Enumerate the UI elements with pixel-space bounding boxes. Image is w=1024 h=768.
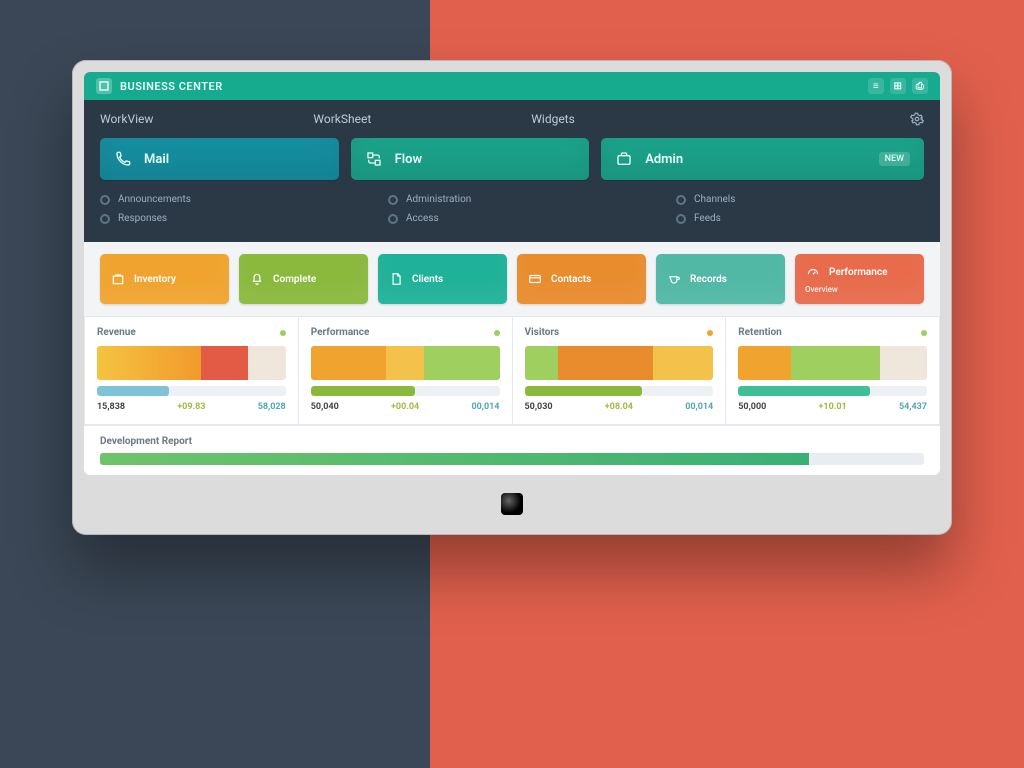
primary-button-flow-label: Flow bbox=[395, 152, 422, 167]
primary-button-admin[interactable]: Admin NEW bbox=[601, 138, 924, 180]
radio-icon bbox=[388, 214, 398, 224]
document-icon bbox=[388, 271, 404, 287]
option-label: Administration bbox=[406, 194, 471, 205]
option-responses[interactable]: Responses bbox=[100, 213, 348, 224]
cup-icon bbox=[666, 271, 682, 287]
footer-report: Development Report bbox=[84, 425, 940, 475]
topbar-menu-icon[interactable]: ≡ bbox=[868, 78, 884, 94]
tab-worksheet[interactable]: WorkSheet bbox=[313, 112, 371, 126]
phone-icon bbox=[114, 150, 132, 168]
flow-icon bbox=[365, 150, 383, 168]
stat-value-a: 50,000 bbox=[738, 402, 766, 412]
footer-progress bbox=[100, 453, 924, 465]
stat-value-c: 00,014 bbox=[685, 402, 713, 412]
status-dot-icon bbox=[280, 330, 286, 336]
stat-title: Retention bbox=[738, 327, 781, 338]
stat-value-c: 00,014 bbox=[471, 402, 499, 412]
card-label: Inventory bbox=[134, 274, 176, 285]
stat-title: Visitors bbox=[525, 327, 560, 338]
primary-button-flow[interactable]: Flow bbox=[351, 138, 590, 180]
card-label: Performance bbox=[829, 267, 887, 278]
app-logo-icon bbox=[96, 78, 112, 94]
tab-workview[interactable]: WorkView bbox=[100, 112, 153, 126]
stat-mini-bar bbox=[97, 386, 286, 396]
card-icon bbox=[527, 271, 543, 287]
radio-icon bbox=[388, 195, 398, 205]
nav-panel: WorkView WorkSheet Widgets Mail bbox=[84, 100, 940, 242]
stat-value-a: 15,838 bbox=[97, 402, 125, 412]
app-title: BUSINESS CENTER bbox=[120, 80, 223, 93]
stat-mini-bar bbox=[525, 386, 714, 396]
stat-title: Performance bbox=[311, 327, 370, 338]
card-label: Complete bbox=[273, 274, 316, 285]
radio-icon bbox=[676, 214, 686, 224]
stat-bar bbox=[311, 346, 500, 380]
option-administration[interactable]: Administration bbox=[388, 194, 636, 205]
stat-card-performance: Performance 50,040 +00.04 00,014 bbox=[299, 316, 513, 425]
topbar-grid-icon[interactable]: ⊞ bbox=[890, 78, 906, 94]
stat-value-b: +00.04 bbox=[391, 402, 419, 412]
option-label: Announcements bbox=[118, 194, 191, 205]
footer-label: Development Report bbox=[100, 436, 924, 447]
card-complete[interactable]: Complete bbox=[239, 254, 368, 304]
stat-value-a: 50,040 bbox=[311, 402, 339, 412]
quick-card-row: Inventory Complete Clients Contacts Reco… bbox=[84, 242, 940, 316]
stat-bar bbox=[738, 346, 927, 380]
option-label: Feeds bbox=[694, 213, 721, 224]
app-topbar: BUSINESS CENTER ≡ ⊞ ⎙ bbox=[84, 72, 940, 100]
stat-value-b: +08.04 bbox=[605, 402, 633, 412]
stat-title: Revenue bbox=[97, 327, 136, 338]
stat-value-c: 54,437 bbox=[899, 402, 927, 412]
stat-card-revenue: Revenue 15,838 +09.83 58,028 bbox=[84, 316, 299, 425]
stat-mini-bar bbox=[311, 386, 500, 396]
stat-mini-bar bbox=[738, 386, 927, 396]
stat-value-c: 58,028 bbox=[258, 402, 286, 412]
card-inventory[interactable]: Inventory bbox=[100, 254, 229, 304]
stat-card-retention: Retention 50,000 +10.01 54,437 bbox=[726, 316, 940, 425]
card-performance[interactable]: Performance Overview bbox=[795, 254, 924, 304]
card-records[interactable]: Records bbox=[656, 254, 785, 304]
option-announcements[interactable]: Announcements bbox=[100, 194, 348, 205]
primary-button-mail[interactable]: Mail bbox=[100, 138, 339, 180]
stat-value-a: 50,030 bbox=[525, 402, 553, 412]
stat-bar bbox=[525, 346, 714, 380]
option-feeds[interactable]: Feeds bbox=[676, 213, 924, 224]
gauge-icon bbox=[805, 265, 821, 281]
status-dot-icon bbox=[494, 330, 500, 336]
card-contacts[interactable]: Contacts bbox=[517, 254, 646, 304]
card-label: Contacts bbox=[551, 274, 591, 285]
option-label: Channels bbox=[694, 194, 735, 205]
option-channels[interactable]: Channels bbox=[676, 194, 924, 205]
stat-card-visitors: Visitors 50,030 +08.04 00,014 bbox=[513, 316, 727, 425]
radio-icon bbox=[100, 195, 110, 205]
option-access[interactable]: Access bbox=[388, 213, 636, 224]
status-dot-icon bbox=[921, 330, 927, 336]
option-label: Responses bbox=[118, 213, 167, 224]
card-label: Clients bbox=[412, 274, 443, 285]
stats-row: Revenue 15,838 +09.83 58,028 Performance 5… bbox=[84, 316, 940, 425]
badge-new: NEW bbox=[879, 152, 910, 166]
card-sublabel: Overview bbox=[805, 285, 914, 294]
tab-widgets[interactable]: Widgets bbox=[531, 112, 575, 126]
briefcase-icon bbox=[615, 150, 633, 168]
box-icon bbox=[110, 271, 126, 287]
monitor-frame: BUSINESS CENTER ≡ ⊞ ⎙ WorkView WorkSheet… bbox=[72, 60, 952, 535]
topbar-export-icon[interactable]: ⎙ bbox=[912, 78, 928, 94]
radio-icon bbox=[676, 195, 686, 205]
primary-button-admin-label: Admin bbox=[645, 152, 683, 167]
status-dot-icon bbox=[707, 330, 713, 336]
screen: BUSINESS CENTER ≡ ⊞ ⎙ WorkView WorkSheet… bbox=[84, 72, 940, 475]
settings-icon[interactable] bbox=[910, 112, 924, 126]
radio-icon bbox=[100, 214, 110, 224]
bell-icon bbox=[249, 271, 265, 287]
primary-button-mail-label: Mail bbox=[144, 152, 169, 167]
stat-value-b: +10.01 bbox=[819, 402, 847, 412]
card-clients[interactable]: Clients bbox=[378, 254, 507, 304]
stat-value-b: +09.83 bbox=[177, 402, 205, 412]
option-label: Access bbox=[406, 213, 439, 224]
card-label: Records bbox=[690, 274, 727, 285]
stat-bar bbox=[97, 346, 286, 380]
